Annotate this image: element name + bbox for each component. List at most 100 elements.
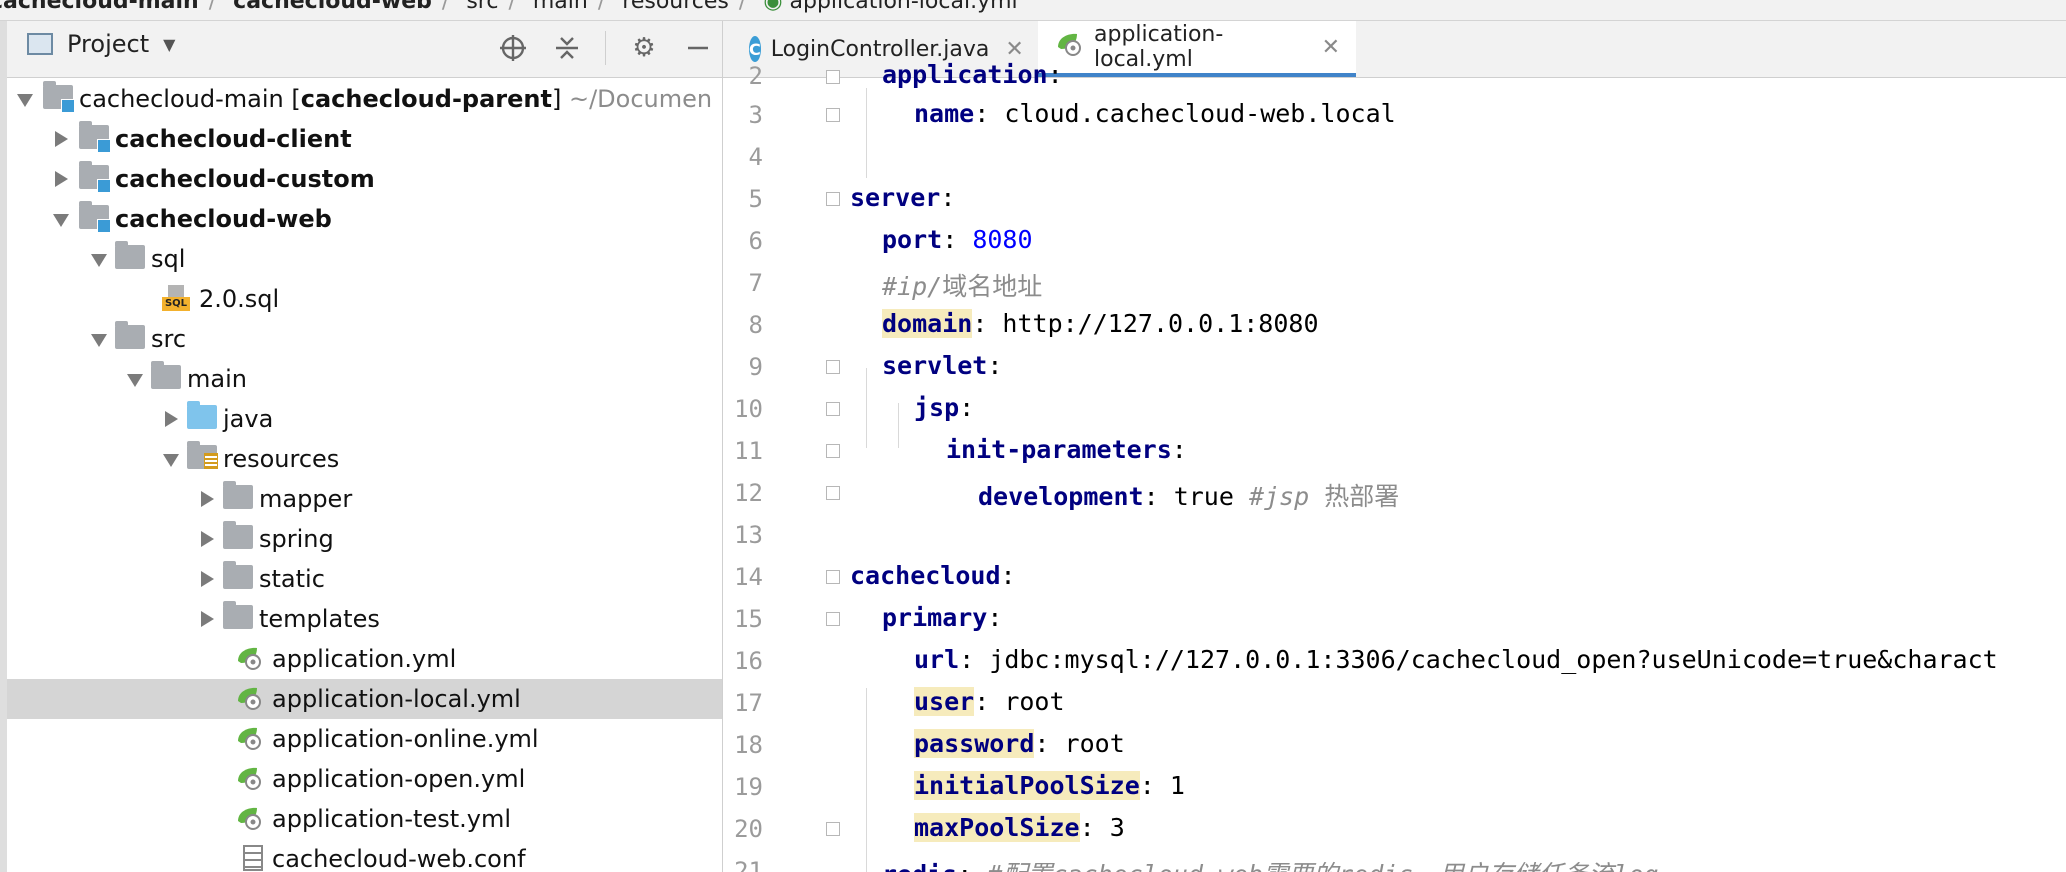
project-panel-title: Project bbox=[67, 30, 150, 58]
close-icon[interactable]: ✕ bbox=[1005, 37, 1023, 62]
code-line: maxPoolSize: 3 bbox=[914, 813, 1125, 842]
fold-end-icon[interactable] bbox=[826, 486, 840, 500]
minimize-icon[interactable] bbox=[682, 32, 714, 64]
line-number: 15 bbox=[734, 605, 763, 633]
expanded-arrow-icon[interactable] bbox=[163, 454, 179, 467]
line-number: 4 bbox=[748, 143, 763, 171]
tree-item-mapper[interactable]: mapper bbox=[7, 479, 722, 519]
fold-marker-icon[interactable] bbox=[826, 70, 840, 84]
breadcrumb-item[interactable]: src bbox=[466, 0, 498, 13]
tree-item-cachecloud-custom[interactable]: cachecloud-custom bbox=[7, 159, 722, 199]
project-view-selector[interactable]: Project ▼ bbox=[27, 30, 175, 58]
module-folder-icon bbox=[79, 201, 111, 233]
folder-icon bbox=[223, 521, 253, 549]
spring-yml-icon bbox=[235, 805, 263, 837]
expanded-arrow-icon[interactable] bbox=[91, 254, 107, 267]
tree-item-resources[interactable]: resources bbox=[7, 439, 722, 479]
fold-end-icon[interactable] bbox=[826, 108, 840, 122]
tool-window-stripe bbox=[0, 21, 7, 872]
line-number: 12 bbox=[734, 479, 763, 507]
line-number: 21 bbox=[734, 857, 763, 872]
collapsed-arrow-icon[interactable] bbox=[55, 131, 68, 147]
fold-marker-icon[interactable] bbox=[826, 360, 840, 374]
collapsed-arrow-icon[interactable] bbox=[201, 571, 214, 587]
breadcrumb-item[interactable]: cachecloud-web bbox=[233, 0, 432, 13]
tree-item-label: src bbox=[151, 325, 187, 353]
expanded-arrow-icon[interactable] bbox=[17, 94, 33, 107]
expanded-arrow-icon[interactable] bbox=[91, 334, 107, 347]
collapsed-arrow-icon[interactable] bbox=[201, 531, 214, 547]
breadcrumb-separator: / bbox=[441, 0, 450, 14]
folder-icon bbox=[151, 361, 181, 389]
collapsed-arrow-icon[interactable] bbox=[55, 171, 68, 187]
resources-folder-icon bbox=[187, 441, 218, 469]
breadcrumb-item[interactable]: cachecloud-main bbox=[0, 0, 199, 13]
code-line: password: root bbox=[914, 729, 1125, 758]
line-number: 16 bbox=[734, 647, 763, 675]
fold-marker-icon[interactable] bbox=[826, 444, 840, 458]
tree-item-label: application-test.yml bbox=[272, 805, 512, 833]
line-number: 17 bbox=[734, 689, 763, 717]
breadcrumb-item[interactable]: resources bbox=[622, 0, 729, 13]
expanded-arrow-icon[interactable] bbox=[127, 374, 143, 387]
tree-item-application-online-yml[interactable]: application-online.yml bbox=[7, 719, 722, 759]
locate-target-icon[interactable] bbox=[497, 32, 529, 64]
spring-yml-icon bbox=[235, 765, 263, 797]
tree-item-application-open-yml[interactable]: application-open.yml bbox=[7, 759, 722, 799]
collapse-all-icon[interactable] bbox=[551, 32, 583, 64]
code-line: init-parameters: bbox=[946, 435, 1187, 464]
fold-marker-icon[interactable] bbox=[826, 192, 840, 206]
tab-application-local-yml[interactable]: application-local.yml ✕ bbox=[1038, 21, 1356, 77]
project-panel: Project ▼ ⚙ cachecloud-main [cachecloud-… bbox=[0, 21, 723, 872]
collapsed-arrow-icon[interactable] bbox=[165, 411, 178, 427]
tree-item-sql[interactable]: sql bbox=[7, 239, 722, 279]
tree-item-application-test-yml[interactable]: application-test.yml bbox=[7, 799, 722, 839]
code-editor[interactable]: 2 application: 3 name: cloud.cachecloud-… bbox=[723, 60, 2066, 872]
tree-item-label: java bbox=[223, 405, 274, 433]
tree-item-cachecloud-client[interactable]: cachecloud-client bbox=[7, 119, 722, 159]
spring-yml-icon bbox=[235, 645, 263, 677]
tree-item-src[interactable]: src bbox=[7, 319, 722, 359]
close-icon[interactable]: ✕ bbox=[1322, 35, 1340, 60]
tree-item-label: application-local.yml bbox=[272, 685, 521, 713]
collapsed-arrow-icon[interactable] bbox=[201, 491, 214, 507]
indent-guide bbox=[866, 88, 867, 178]
tree-item-templates[interactable]: templates bbox=[7, 599, 722, 639]
code-line: port: 8080 bbox=[882, 225, 1033, 254]
tree-item-label: sql bbox=[151, 245, 186, 273]
line-number: 8 bbox=[748, 311, 763, 339]
tree-item-application-yml[interactable]: application.yml bbox=[7, 639, 722, 679]
fold-marker-icon[interactable] bbox=[826, 402, 840, 416]
sql-file-icon: SQL bbox=[162, 285, 190, 313]
project-path: ~/Documen bbox=[568, 85, 713, 113]
collapsed-arrow-icon[interactable] bbox=[201, 611, 214, 627]
java-class-icon: C bbox=[749, 36, 761, 62]
folder-icon bbox=[223, 481, 253, 509]
tree-item-main[interactable]: main bbox=[7, 359, 722, 399]
line-number: 3 bbox=[748, 101, 763, 129]
folder-icon bbox=[115, 241, 145, 269]
fold-end-icon[interactable] bbox=[826, 822, 840, 836]
tree-item-label: application.yml bbox=[272, 645, 457, 673]
breadcrumb-item[interactable]: main bbox=[533, 0, 588, 13]
indent-guide bbox=[898, 403, 899, 448]
tree-item-java[interactable]: java bbox=[7, 399, 722, 439]
tree-item-label: templates bbox=[259, 605, 380, 633]
fold-marker-icon[interactable] bbox=[826, 570, 840, 584]
line-number: 7 bbox=[748, 269, 763, 297]
expanded-arrow-icon[interactable] bbox=[53, 214, 69, 227]
module-folder-icon bbox=[79, 161, 111, 193]
tree-item-cachecloud-web-conf[interactable]: cachecloud-web.conf bbox=[7, 839, 722, 872]
code-line: cachecloud: bbox=[850, 561, 1016, 590]
tree-item-application-local-yml[interactable]: application-local.yml bbox=[7, 679, 722, 719]
tree-item-cachecloud-web[interactable]: cachecloud-web bbox=[7, 199, 722, 239]
project-panel-header: Project ▼ ⚙ bbox=[7, 21, 722, 78]
gear-icon[interactable]: ⚙ bbox=[628, 32, 660, 64]
tree-item-2-0-sql[interactable]: SQL 2.0.sql bbox=[7, 279, 722, 319]
tree-item-spring[interactable]: spring bbox=[7, 519, 722, 559]
breadcrumb-item[interactable]: application-local.yml bbox=[790, 0, 1018, 13]
code-line: name: cloud.cachecloud-web.local bbox=[914, 99, 1396, 128]
tree-item-static[interactable]: static bbox=[7, 559, 722, 599]
fold-marker-icon[interactable] bbox=[826, 612, 840, 626]
tree-item-cachecloud-main[interactable]: cachecloud-main [cachecloud-parent] ~/Do… bbox=[7, 79, 722, 119]
